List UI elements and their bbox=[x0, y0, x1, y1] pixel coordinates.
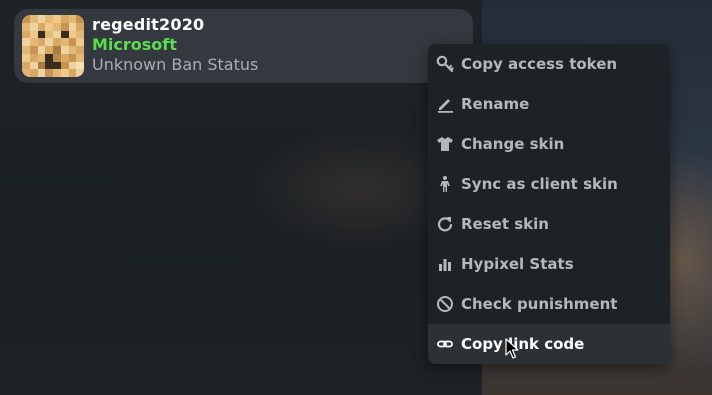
avatar-pixel bbox=[76, 53, 84, 62]
avatar-pixel bbox=[45, 53, 53, 62]
avatar-pixel bbox=[45, 61, 53, 70]
menu-item-label: Rename bbox=[461, 95, 530, 113]
avatar-pixel bbox=[53, 38, 61, 46]
avatar-pixel bbox=[29, 46, 38, 54]
menu-item-sync-client-skin[interactable]: Sync as client skin bbox=[428, 164, 670, 204]
menu-item-hypixel-stats[interactable]: Hypixel Stats bbox=[428, 244, 670, 284]
avatar-pixel bbox=[68, 15, 77, 23]
mouse-cursor-icon bbox=[505, 338, 519, 360]
avatar-pixel bbox=[37, 53, 46, 62]
avatar-pixel bbox=[60, 61, 69, 70]
avatar-pixel bbox=[37, 38, 46, 46]
avatar-pixel bbox=[45, 15, 53, 23]
avatar-pixel bbox=[45, 69, 53, 77]
avatar-pixel bbox=[53, 22, 61, 31]
avatar-pixel bbox=[68, 30, 77, 39]
avatar-pixel bbox=[29, 15, 38, 23]
avatar-pixel bbox=[29, 69, 38, 77]
avatar-pixel bbox=[76, 61, 84, 70]
avatar-pixel bbox=[60, 22, 69, 31]
avatar-pixel bbox=[45, 30, 53, 39]
avatar-pixel bbox=[60, 15, 69, 23]
avatar-pixel bbox=[53, 69, 61, 77]
avatar-pixel bbox=[76, 30, 84, 39]
avatar-pixel bbox=[37, 22, 46, 31]
person-sync-icon bbox=[435, 174, 455, 194]
avatar-pixel bbox=[68, 22, 77, 31]
avatar-pixel bbox=[76, 15, 84, 23]
account-username: regedit2020 bbox=[92, 15, 205, 34]
avatar-pixel bbox=[76, 46, 84, 54]
account-info: regedit2020 Microsoft Unknown Ban Status bbox=[92, 15, 258, 75]
avatar-pixel bbox=[60, 46, 69, 54]
avatar-pixel bbox=[22, 15, 30, 23]
avatar-pixel bbox=[68, 69, 77, 77]
avatar-pixel bbox=[22, 61, 30, 70]
avatar-pixel bbox=[68, 61, 77, 70]
avatar-pixel bbox=[22, 53, 30, 62]
avatar bbox=[22, 15, 84, 77]
key-icon bbox=[435, 54, 455, 74]
avatar-pixel bbox=[76, 38, 84, 46]
bar-chart-icon bbox=[435, 254, 455, 274]
account-card[interactable]: regedit2020 Microsoft Unknown Ban Status bbox=[14, 9, 473, 83]
menu-item-reset-skin[interactable]: Reset skin bbox=[428, 204, 670, 244]
avatar-pixel bbox=[60, 69, 69, 77]
avatar-pixel bbox=[22, 46, 30, 54]
menu-item-copy-access-token[interactable]: Copy access token bbox=[428, 44, 670, 84]
avatar-pixel bbox=[37, 46, 46, 54]
shirt-icon bbox=[435, 134, 455, 154]
avatar-pixel bbox=[60, 38, 69, 46]
avatar-pixel bbox=[68, 53, 77, 62]
menu-item-label: Copy link code bbox=[461, 335, 585, 353]
menu-item-label: Copy access token bbox=[461, 55, 618, 73]
avatar-pixel bbox=[29, 53, 38, 62]
avatar-pixel bbox=[22, 38, 30, 46]
avatar-pixel bbox=[60, 53, 69, 62]
menu-item-label: Sync as client skin bbox=[461, 175, 618, 193]
avatar-pixel bbox=[22, 69, 30, 77]
avatar-pixel bbox=[45, 22, 53, 31]
avatar-pixel bbox=[37, 30, 46, 39]
avatar-pixel bbox=[53, 61, 61, 70]
menu-item-label: Hypixel Stats bbox=[461, 255, 574, 273]
reset-icon bbox=[435, 214, 455, 234]
menu-item-check-punishment[interactable]: Check punishment bbox=[428, 284, 670, 324]
avatar-pixel bbox=[76, 22, 84, 31]
menu-item-label: Reset skin bbox=[461, 215, 549, 233]
avatar-pixel bbox=[29, 22, 38, 31]
avatar-pixel bbox=[53, 53, 61, 62]
avatar-pixel bbox=[68, 46, 77, 54]
avatar-pixel bbox=[29, 61, 38, 70]
menu-item-label: Change skin bbox=[461, 135, 565, 153]
avatar-pixel bbox=[60, 30, 69, 39]
menu-item-copy-link-code[interactable]: Copy link code bbox=[428, 324, 670, 364]
avatar-pixel bbox=[37, 61, 46, 70]
avatar-pixel bbox=[45, 38, 53, 46]
pencil-icon bbox=[435, 94, 455, 114]
avatar-pixel bbox=[68, 38, 77, 46]
avatar-pixel bbox=[37, 15, 46, 23]
avatar-pixel bbox=[53, 15, 61, 23]
ban-icon bbox=[435, 294, 455, 314]
menu-item-rename[interactable]: Rename bbox=[428, 84, 670, 124]
menu-item-label: Check punishment bbox=[461, 295, 618, 313]
avatar-pixel bbox=[37, 69, 46, 77]
avatar-pixel bbox=[29, 38, 38, 46]
avatar-pixel bbox=[22, 30, 30, 39]
context-menu: Copy access token Rename Change skin Syn… bbox=[428, 44, 670, 364]
avatar-pixel bbox=[53, 46, 61, 54]
avatar-pixel bbox=[53, 30, 61, 39]
link-icon bbox=[435, 334, 455, 354]
avatar-pixel bbox=[29, 30, 38, 39]
menu-item-change-skin[interactable]: Change skin bbox=[428, 124, 670, 164]
ban-status: Unknown Ban Status bbox=[92, 55, 259, 74]
avatar-pixel bbox=[45, 46, 53, 54]
avatar-pixel bbox=[22, 22, 30, 31]
avatar-pixel bbox=[76, 69, 84, 77]
account-type: Microsoft bbox=[92, 35, 177, 54]
